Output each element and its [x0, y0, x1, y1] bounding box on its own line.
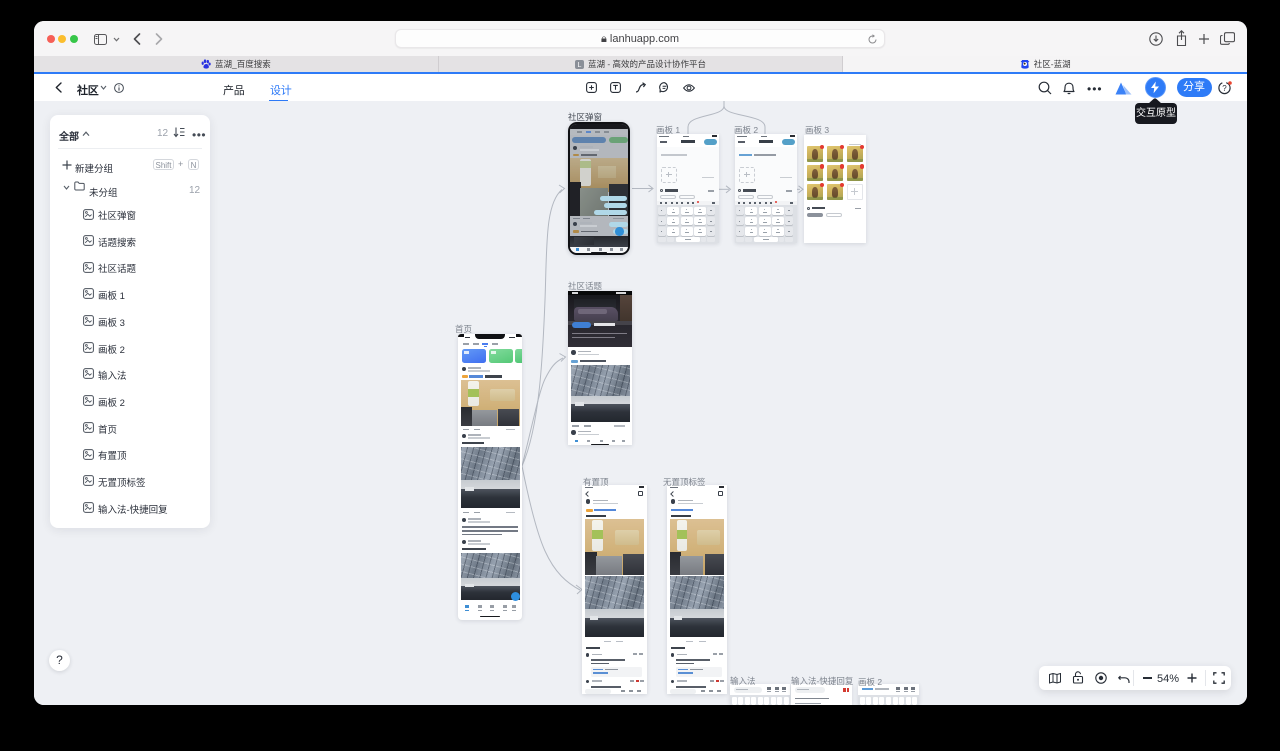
svg-text:?: ?: [1222, 84, 1227, 93]
svg-text:L: L: [578, 62, 582, 69]
